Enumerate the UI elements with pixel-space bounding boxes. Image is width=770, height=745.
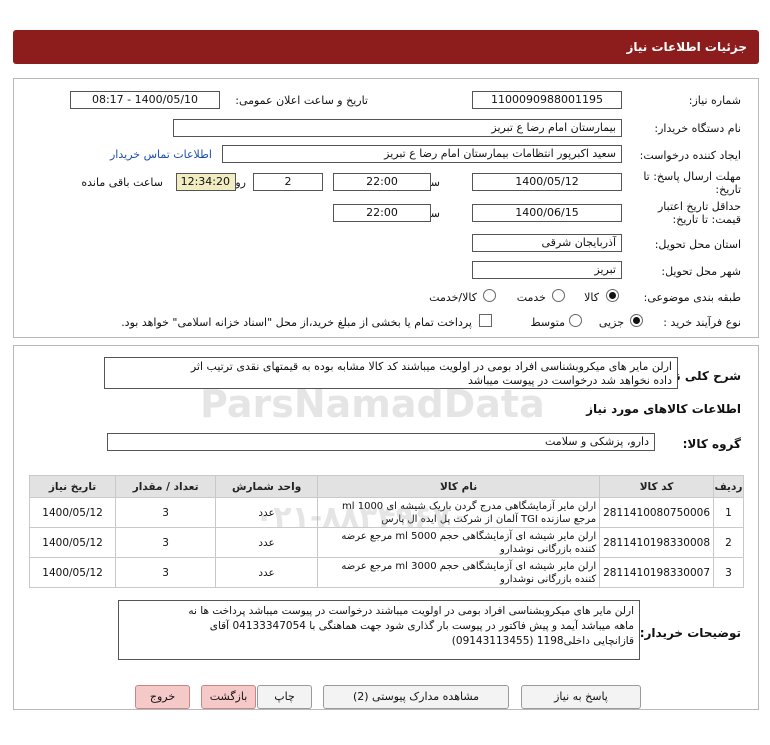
cell-name-line1: ارلن مایر شیشه ای آزمایشگاهی حجم 3000 ml… bbox=[341, 560, 597, 572]
category-goods-service-radio[interactable] bbox=[483, 289, 496, 302]
cell-code: 2811410198330007 bbox=[599, 557, 714, 588]
header-code: کد کالا bbox=[599, 475, 714, 498]
cell-name: ارلن مایر شیشه ای آزمایشگاهی حجم 5000 ml… bbox=[317, 527, 601, 558]
header-qty: تعداد / مقدار bbox=[115, 475, 217, 498]
cell-name-line2: مرجع سازنده TGI آلمان از شرکت پل ایده ال… bbox=[381, 513, 597, 525]
need-number-field: 1100090988001195 bbox=[472, 91, 622, 109]
buyer-notes-label: توضیحات خریدار: bbox=[639, 626, 741, 640]
cell-name-line1: ارلن مایر شیشه ای آزمایشگاهی حجم 5000 ml… bbox=[341, 530, 597, 542]
validity-date-field: 1400/06/15 bbox=[472, 204, 622, 222]
cell-date: 1400/05/12 bbox=[28, 497, 117, 528]
creator-field: سعید اکبرپور انتظامات بیمارستان امام رضا… bbox=[222, 145, 622, 163]
cell-name-line2: کننده بازرگانی نوشدارو bbox=[500, 573, 597, 585]
validity-time-field: 22:00 bbox=[333, 204, 431, 222]
reply-deadline-label-2: تاریخ: bbox=[715, 183, 741, 196]
process-label: نوع فرآیند خرید : bbox=[663, 316, 741, 329]
cell-name-line2: کننده بازرگانی نوشدارو bbox=[500, 543, 597, 555]
cell-name-line1: ارلن مایر آزمایشگاهی مدرج گردن باریک شیش… bbox=[342, 500, 597, 512]
print-button[interactable]: چاپ bbox=[257, 685, 312, 709]
validity-label-2: قیمت: تا تاریخ: bbox=[672, 213, 741, 226]
category-goods-label: کالا bbox=[584, 291, 599, 304]
treasury-payment-note: پرداخت تمام یا بخشی از مبلغ خرید،از محل … bbox=[121, 316, 472, 329]
process-medium-radio[interactable] bbox=[569, 314, 582, 327]
summary-field: ارلن مایر های میکروبشناسی افراد بومی در … bbox=[104, 357, 678, 389]
category-goods-radio[interactable] bbox=[606, 289, 619, 302]
reply-time-field: 22:00 bbox=[333, 173, 431, 191]
validity-label: حداقل تاریخ اعتبار bbox=[657, 200, 741, 213]
page-title: جزئیات اطلاعات نیاز bbox=[13, 30, 759, 64]
city-label: شهر محل تحویل: bbox=[661, 265, 741, 278]
cell-date: 1400/05/12 bbox=[28, 557, 117, 588]
goods-group-label: گروه کالا: bbox=[682, 437, 741, 451]
table-header-row: ردیف کد کالا نام کالا واحد شمارش تعداد /… bbox=[28, 475, 744, 498]
summary-text-line1: ارلن مایر های میکروبشناسی افراد بومی در … bbox=[190, 360, 672, 373]
items-table: ردیف کد کالا نام کالا واحد شمارش تعداد /… bbox=[28, 475, 744, 588]
reply-date-field: 1400/05/12 bbox=[472, 173, 622, 191]
buyer-notes-line3: قازانچایی داخلی1198 (09143113455) bbox=[451, 635, 634, 647]
cell-name: ارلن مایر آزمایشگاهی مدرج گردن باریک شیش… bbox=[317, 497, 601, 528]
summary-text-line2: داده نخواهد شد درخواست در پیوست میباشد bbox=[468, 374, 672, 387]
cell-qty: 3 bbox=[115, 497, 217, 528]
back-button[interactable]: بازگشت bbox=[201, 685, 256, 709]
category-goods-service-label: کالا/خدمت bbox=[429, 291, 477, 304]
need-number-label: شماره نیاز: bbox=[688, 94, 741, 107]
table-row: 3 2811410198330007 ارلن مایر شیشه ای آزم… bbox=[28, 557, 744, 588]
cell-code: 2811410198330008 bbox=[599, 527, 714, 558]
cell-row-number: 3 bbox=[713, 557, 744, 588]
days-field: 2 bbox=[253, 173, 323, 191]
cell-name: ارلن مایر شیشه ای آزمایشگاهی حجم 3000 ml… bbox=[317, 557, 601, 588]
buyer-notes-field: ارلن مایر های میکروبشناسی افراد بومی در … bbox=[118, 600, 640, 660]
process-minor-radio[interactable] bbox=[630, 314, 643, 327]
reply-button[interactable]: پاسخ به نیاز bbox=[521, 685, 641, 709]
category-service-radio[interactable] bbox=[552, 289, 565, 302]
cell-code: 2811410080750006 bbox=[599, 497, 714, 528]
cell-row-number: 1 bbox=[713, 497, 744, 528]
city-field: تبریز bbox=[472, 261, 622, 279]
category-label: طبقه بندی موضوعی: bbox=[643, 291, 741, 304]
remaining-time-label: ساعت باقی مانده bbox=[81, 176, 163, 189]
header-unit: واحد شمارش bbox=[215, 475, 319, 498]
cell-qty: 3 bbox=[115, 557, 217, 588]
buyer-notes-line1: ارلن مایر های میکروبشناسی افراد بومی در … bbox=[188, 605, 634, 617]
process-minor-label: جزیی bbox=[598, 316, 624, 329]
category-service-label: خدمت bbox=[516, 291, 546, 304]
header-row-number: ردیف bbox=[713, 475, 744, 498]
table-row: 1 2811410080750006 ارلن مایر آزمایشگاهی … bbox=[28, 497, 744, 528]
goods-group-field: دارو، پزشکی و سلامت bbox=[107, 433, 655, 451]
buyer-notes-line2: ماهه میباشد آیمد و پیش فاکتور در پیوست ب… bbox=[209, 620, 634, 632]
treasury-payment-checkbox[interactable] bbox=[479, 314, 492, 327]
attachments-button[interactable]: مشاهده مدارک پیوستی (2) bbox=[323, 685, 509, 709]
province-field: آذربایجان شرقی bbox=[472, 234, 622, 252]
announce-label: تاریخ و ساعت اعلان عمومی: bbox=[235, 94, 368, 107]
province-label: استان محل تحویل: bbox=[654, 238, 741, 251]
cell-unit: عدد bbox=[215, 557, 319, 588]
remaining-time-field: 12:34:20 bbox=[176, 173, 236, 191]
announce-field: 1400/05/10 - 08:17 bbox=[70, 91, 220, 109]
reply-deadline-label: مهلت ارسال پاسخ: تا bbox=[643, 170, 741, 183]
header-date: تاریخ نیاز bbox=[28, 475, 117, 498]
cell-qty: 3 bbox=[115, 527, 217, 558]
cell-unit: عدد bbox=[215, 497, 319, 528]
cell-date: 1400/05/12 bbox=[28, 527, 117, 558]
cell-row-number: 2 bbox=[713, 527, 744, 558]
buyer-field: بیمارستان امام رضا ع تبریز bbox=[173, 119, 622, 137]
buyer-label: نام دستگاه خریدار: bbox=[654, 122, 741, 135]
process-medium-label: متوسط bbox=[530, 316, 565, 329]
header-name: نام کالا bbox=[317, 475, 601, 498]
table-row: 2 2811410198330008 ارلن مایر شیشه ای آزم… bbox=[28, 527, 744, 558]
goods-section-title: اطلاعات کالاهای مورد نیاز bbox=[586, 402, 741, 416]
cell-unit: عدد bbox=[215, 527, 319, 558]
exit-button[interactable]: خروج bbox=[135, 685, 190, 709]
contact-buyer-link[interactable]: اطلاعات تماس خریدار bbox=[110, 148, 212, 161]
creator-label: ایجاد کننده درخواست: bbox=[639, 149, 741, 162]
